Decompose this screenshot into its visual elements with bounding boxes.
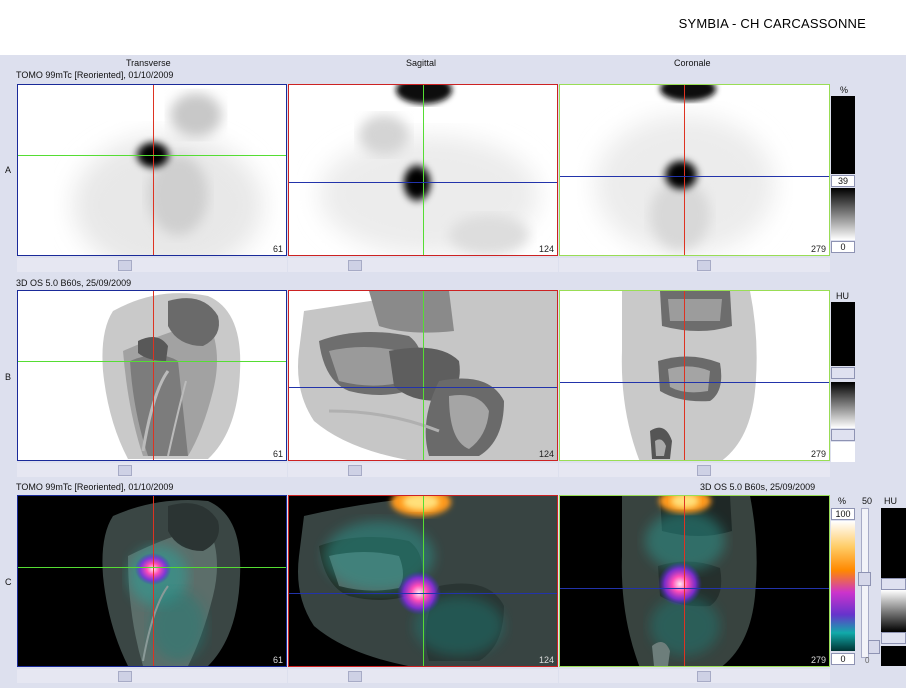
colorbar-c-min-value[interactable]: 0 xyxy=(831,653,855,665)
colorbar-b-unit: HU xyxy=(836,291,849,301)
slice-number: 124 xyxy=(538,449,554,459)
crosshair-vertical xyxy=(684,291,685,460)
row-c-sagittal-viewport[interactable]: 124 xyxy=(288,495,558,667)
crosshair-horizontal xyxy=(289,182,557,183)
colorbar-c-unit-pct: % xyxy=(838,496,847,506)
row-b-sagittal-viewport[interactable]: 124 xyxy=(288,290,558,461)
slider-row-b-coronal[interactable] xyxy=(559,463,830,477)
colorbar-b-upper-handle[interactable] xyxy=(831,367,855,379)
slice-number: 279 xyxy=(810,449,826,459)
crosshair-horizontal xyxy=(560,382,829,383)
slider-thumb[interactable] xyxy=(118,260,132,271)
slider-thumb[interactable] xyxy=(697,671,711,682)
crosshair-vertical xyxy=(423,496,424,666)
colorbar-c-unit-hu: HU xyxy=(884,496,897,506)
slider-thumb[interactable] xyxy=(348,671,362,682)
slider-thumb[interactable] xyxy=(697,260,711,271)
site-name: SYMBIA - CH CARCASSONNE xyxy=(678,16,866,31)
slice-number: 61 xyxy=(272,655,283,665)
fusion-blend-thumb[interactable] xyxy=(858,572,871,586)
slider-thumb[interactable] xyxy=(348,260,362,271)
row-b-transverse-viewport[interactable]: 61 xyxy=(17,290,287,461)
slider-thumb[interactable] xyxy=(118,465,132,476)
row-label-a: A xyxy=(5,165,12,175)
slider-row-b-sagittal[interactable] xyxy=(288,463,558,477)
row-label-b: B xyxy=(5,372,12,382)
slider-row-a-sagittal[interactable] xyxy=(288,258,558,272)
colorbar-b-upper xyxy=(831,302,855,366)
crosshair-horizontal xyxy=(18,567,286,568)
row-a-coronal-viewport[interactable]: 279 xyxy=(559,84,830,256)
crosshair-vertical xyxy=(153,496,154,666)
row-a-transverse-viewport[interactable]: 61 xyxy=(17,84,287,256)
series-label-row-b: 3D OS 5.0 B60s, 25/09/2009 xyxy=(16,278,132,288)
row-label-c: C xyxy=(5,577,12,587)
crosshair-vertical xyxy=(153,291,154,460)
slider-row-b-transverse[interactable] xyxy=(17,463,287,477)
crosshair-horizontal xyxy=(18,361,286,362)
colorbar-a-unit: % xyxy=(840,85,849,95)
colorbar-c-ct-min: 0 xyxy=(865,656,870,665)
crosshair-horizontal xyxy=(560,588,829,589)
spect-coronal-image xyxy=(595,85,775,255)
slider-row-c-coronal[interactable] xyxy=(559,669,830,683)
crosshair-horizontal xyxy=(289,593,557,594)
title-bar: SYMBIA - CH CARCASSONNE xyxy=(0,0,906,55)
slice-number: 124 xyxy=(538,655,554,665)
fusion-coronal-image xyxy=(621,496,757,666)
crosshair-horizontal xyxy=(289,387,557,388)
slider-row-c-transverse[interactable] xyxy=(17,669,287,683)
series-label-row-c-left: TOMO 99mTc [Reoriented], 01/10/2009 xyxy=(16,482,174,492)
crosshair-vertical xyxy=(153,85,154,255)
slider-thumb[interactable] xyxy=(118,671,132,682)
colorbar-c-ct-upper-handle[interactable] xyxy=(881,578,906,590)
colorbar-c-pet-gradient xyxy=(831,521,855,651)
row-c-transverse-viewport[interactable]: 61 xyxy=(17,495,287,667)
column-header-coronal: Coronale xyxy=(674,58,711,68)
slice-number: 124 xyxy=(538,244,554,254)
colorbar-a-gradient xyxy=(831,188,855,240)
slider-row-a-transverse[interactable] xyxy=(17,258,287,272)
column-header-transverse: Transverse xyxy=(126,58,171,68)
colorbar-c-ct-lower xyxy=(881,646,906,666)
colorbar-c-ct-gradient xyxy=(881,590,906,632)
colorbar-b-lower xyxy=(831,442,855,462)
colorbar-a-upper xyxy=(831,96,855,174)
colorbar-c-ct-upper xyxy=(881,508,906,578)
series-label-row-a: TOMO 99mTc [Reoriented], 01/10/2009 xyxy=(16,70,174,80)
column-header-sagittal: Sagittal xyxy=(406,58,437,68)
colorbar-c-max-value[interactable]: 100 xyxy=(831,508,855,520)
ct-coronal-image xyxy=(621,291,757,460)
slider-row-a-coronal[interactable] xyxy=(559,258,830,272)
colorbar-a-upper-value[interactable]: 39 xyxy=(831,175,855,187)
slice-number: 61 xyxy=(272,244,283,254)
slice-number: 279 xyxy=(810,244,826,254)
crosshair-horizontal xyxy=(18,155,286,156)
crosshair-vertical xyxy=(423,85,424,255)
row-c-coronal-viewport[interactable]: 279 xyxy=(559,495,830,667)
crosshair-vertical xyxy=(684,496,685,666)
slice-number: 61 xyxy=(272,449,283,459)
crosshair-horizontal xyxy=(560,176,829,177)
row-b-coronal-viewport[interactable]: 279 xyxy=(559,290,830,461)
series-label-row-c-right: 3D OS 5.0 B60s, 25/09/2009 xyxy=(700,482,816,492)
crosshair-vertical xyxy=(423,291,424,460)
colorbar-c-ct-lower-handle[interactable] xyxy=(881,632,906,644)
colorbar-b-lower-handle[interactable] xyxy=(831,429,855,441)
slider-thumb[interactable] xyxy=(697,465,711,476)
colorbar-c-ct-value: 50 xyxy=(862,496,873,506)
slider-thumb[interactable] xyxy=(348,465,362,476)
colorbar-b-gradient xyxy=(831,382,855,428)
slice-number: 279 xyxy=(810,655,826,665)
crosshair-vertical xyxy=(684,85,685,255)
slider-row-c-sagittal[interactable] xyxy=(288,669,558,683)
row-a-sagittal-viewport[interactable]: 124 xyxy=(288,84,558,256)
fusion-lower-thumb[interactable] xyxy=(868,640,880,654)
colorbar-a-lower-value[interactable]: 0 xyxy=(831,241,855,253)
